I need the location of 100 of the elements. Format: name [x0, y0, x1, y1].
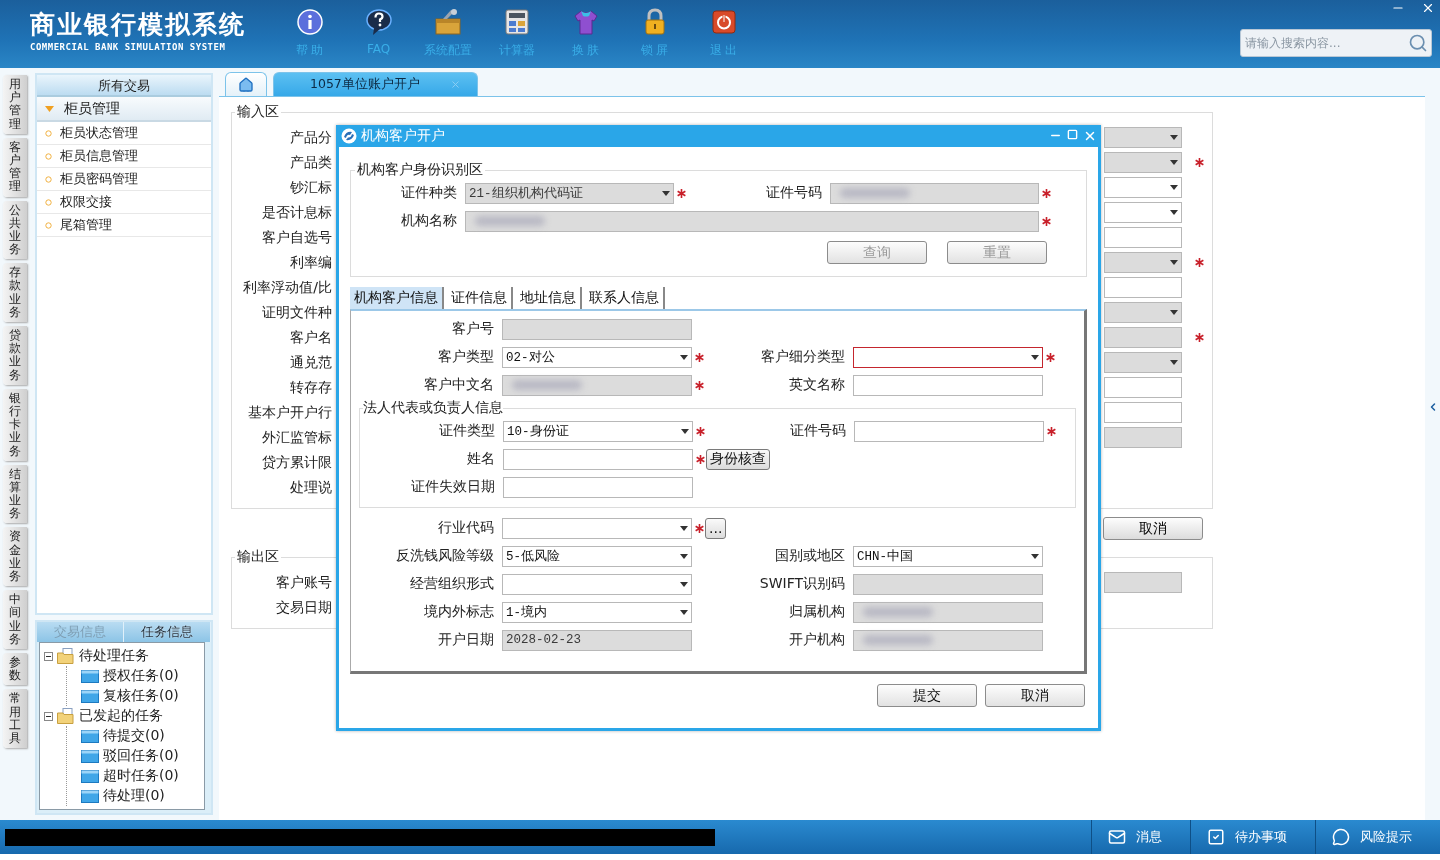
- dropdown-field[interactable]: CHN-中国: [853, 545, 1043, 567]
- verify-button[interactable]: 身份核查: [706, 448, 770, 470]
- status-button[interactable]: 风险提示: [1315, 820, 1440, 854]
- field-label: 行业代码: [437, 519, 495, 537]
- close-icon: [1421, 1, 1435, 15]
- maximize-icon: [1067, 129, 1078, 140]
- tree-item[interactable]: 超时任务(0): [103, 767, 179, 785]
- bullet-icon: [45, 198, 52, 206]
- tree-item[interactable]: 驳回任务(0): [103, 747, 179, 765]
- dropdown-field[interactable]: [502, 573, 692, 595]
- field-label: 处理说: [289, 478, 332, 497]
- close-icon[interactable]: [449, 79, 461, 90]
- section-title: 输入区: [236, 103, 280, 121]
- text-field[interactable]: [1104, 377, 1182, 398]
- browse-button[interactable]: ...: [705, 517, 727, 539]
- nav-rail-tab[interactable]: 银行卡业务: [3, 388, 27, 461]
- toolbox-icon: [432, 8, 463, 36]
- folder-icon: [81, 749, 99, 763]
- app-title: 商业银行模拟系统: [30, 10, 247, 40]
- field-label: 客户自选号: [261, 228, 332, 247]
- field-label: 证件号码: [789, 422, 847, 440]
- field-label: 交易日期: [275, 598, 332, 617]
- status-button[interactable]: 消息: [1091, 820, 1190, 854]
- text-field[interactable]: [1104, 402, 1182, 423]
- dropdown-field[interactable]: [1104, 202, 1182, 223]
- search-icon[interactable]: [1408, 33, 1428, 53]
- tree-item[interactable]: 授权任务(0): [103, 667, 179, 685]
- nav-rail-tab[interactable]: 常用工具: [3, 689, 27, 749]
- dropdown-field[interactable]: 10-身份证: [503, 420, 693, 442]
- dropdown-field[interactable]: 5-低风险: [502, 545, 692, 567]
- search-field[interactable]: 请输入搜索内容...: [1240, 29, 1432, 57]
- logo-icon: [341, 128, 357, 144]
- field-label: 英文名称: [788, 376, 846, 394]
- home-icon: [238, 76, 254, 93]
- text-field[interactable]: [1104, 277, 1182, 298]
- nav-rail-tab[interactable]: 用户管理: [3, 75, 27, 134]
- text-field[interactable]: [854, 420, 1044, 442]
- page-tab[interactable]: 1057单位账户开户: [273, 72, 478, 96]
- folder-icon: [81, 689, 99, 703]
- tree-item[interactable]: 已发起的任务: [79, 707, 163, 725]
- field-label: 开户日期: [437, 631, 495, 649]
- nav-rail-tab[interactable]: 资金业务: [3, 527, 27, 587]
- status-button[interactable]: 待办事项: [1190, 820, 1315, 854]
- nav-rail-tab[interactable]: 结算业务: [3, 464, 27, 524]
- caret-icon: [1170, 210, 1178, 215]
- caret-icon: [1031, 553, 1039, 559]
- field-label: 国别或地区: [774, 547, 846, 565]
- tree-item[interactable]: 复核任务(0): [103, 687, 179, 705]
- bullet-icon: [45, 129, 52, 137]
- dropdown-field[interactable]: 02-对公: [502, 346, 692, 368]
- cancel-button[interactable]: 取消: [985, 684, 1085, 707]
- nav-rail-tab[interactable]: 公共业务: [3, 200, 27, 260]
- dialog-title: 机构客户开户: [361, 127, 445, 145]
- nav-rail-tab[interactable]: 存款业务: [3, 263, 27, 322]
- caret-icon: [680, 581, 688, 587]
- bullet-icon: [45, 221, 52, 229]
- form-tab[interactable]: 机构客户信息: [350, 287, 444, 309]
- field-label: 客户细分类型: [760, 348, 846, 366]
- tree-item[interactable]: 待处理(0): [103, 787, 165, 805]
- caret-icon: [680, 525, 688, 531]
- question-bubble-icon: [364, 8, 393, 36]
- text-field[interactable]: [853, 374, 1043, 396]
- field-label: 证明文件种: [261, 303, 332, 322]
- field-label: 反洗钱风险等级: [395, 547, 495, 565]
- collapse-icon[interactable]: [44, 651, 53, 661]
- submit-button[interactable]: 提交: [877, 684, 977, 707]
- nav-rail-tab[interactable]: 中间业务: [3, 590, 27, 649]
- dropdown-field[interactable]: [853, 346, 1043, 368]
- field-label: 客户号: [451, 320, 495, 338]
- field-label: 客户类型: [437, 348, 495, 366]
- field-label: 外汇监管标: [261, 428, 332, 447]
- caret-icon: [1170, 360, 1178, 365]
- folder-icon: [81, 729, 99, 743]
- field-label: 开户机构: [788, 631, 846, 649]
- folder-icon: [81, 669, 99, 683]
- caret-icon: [1170, 160, 1178, 165]
- nav-rail-tab[interactable]: 参数: [3, 652, 27, 686]
- caret-icon: [680, 354, 688, 360]
- dropdown-field[interactable]: [1104, 177, 1182, 198]
- nav-rail-tab[interactable]: 客户管理: [3, 137, 27, 197]
- text-field[interactable]: [1104, 227, 1182, 248]
- field-label: 转存存: [289, 378, 332, 397]
- text-field[interactable]: [503, 476, 693, 498]
- lock-icon: [642, 8, 667, 36]
- tree-item[interactable]: 待处理任务: [79, 647, 149, 665]
- field-label: 客户账号: [275, 573, 332, 592]
- home-tab[interactable]: [225, 72, 267, 96]
- caret-icon: [1170, 310, 1178, 315]
- mail-icon: [1108, 828, 1126, 846]
- nav-rail-tab[interactable]: 贷款业务: [3, 326, 27, 385]
- speech-bubble-icon: [1332, 828, 1350, 846]
- dropdown-field[interactable]: [502, 517, 692, 539]
- menu-group[interactable]: 柜员管理: [37, 97, 211, 122]
- section-title: 机构客户身份识别区: [356, 161, 484, 179]
- close-icon: [1083, 129, 1097, 143]
- cancel-button[interactable]: 取消: [1103, 517, 1203, 540]
- tree-item[interactable]: 待提交(0): [103, 727, 165, 745]
- text-field[interactable]: [503, 448, 693, 470]
- collapse-icon[interactable]: [44, 711, 53, 721]
- dropdown-field[interactable]: 1-境内: [502, 601, 692, 623]
